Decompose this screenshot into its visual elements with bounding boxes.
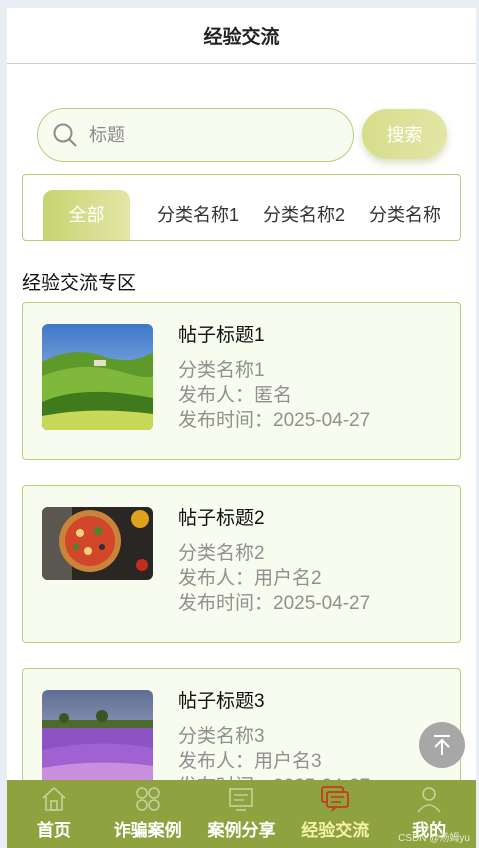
tabbar-label: 首页 [36,821,71,840]
user-icon [417,787,441,813]
chat-icon [321,786,350,812]
post-author: 发布人：匿名 [178,385,293,406]
tabbar-label: 案例分享 [207,821,276,840]
post-list: 帖子标题1 分类名称1 发布人：匿名 发布时间：2025-04-27 帖子标题2… [22,302,461,848]
bottom-tab-bar: 首页 诈骗案例 案例分享 经验交流 我的 CSDN @汤姆yu [7,780,476,848]
tabbar-item-home[interactable]: 首页 [7,780,101,848]
post-title: 帖子标题3 [178,691,265,712]
page-title: 经验交流 [203,27,280,48]
post-time: 发布时间：2025-04-27 [178,593,371,614]
green-hills-photo [42,324,153,430]
app-page: 经验交流 搜索 全部分类名称1分类名称2分类名称 经验交流专区 [7,8,476,848]
post-category: 分类名称1 [178,360,265,381]
pizza-photo [42,507,153,580]
tab-category-2[interactable]: 分类名称2 [263,190,345,240]
search-bar: 搜索 [37,108,447,162]
post-category: 分类名称3 [178,726,265,747]
post-title: 帖子标题1 [178,325,265,346]
tabbar-item-case-sharing[interactable]: 案例分享 [195,780,289,848]
tab-category-3[interactable]: 分类名称 [369,190,441,240]
search-button[interactable]: 搜索 [362,109,447,159]
post-title: 帖子标题2 [178,508,265,529]
search-input[interactable] [89,124,309,146]
post-card[interactable]: 帖子标题1 分类名称1 发布人：匿名 发布时间：2025-04-27 [22,302,461,460]
back-to-top-button[interactable] [419,722,465,768]
tabbar-item-fraud-cases[interactable]: 诈骗案例 [101,780,195,848]
watermark: CSDN @汤姆yu [398,833,470,844]
search-box[interactable] [37,108,354,162]
post-time: 发布时间：2025-04-27 [178,410,371,431]
home-icon [42,786,66,811]
grid-icon [135,787,160,811]
page-header: 经验交流 [7,8,476,64]
category-tab-list: 全部 分类名称1 分类名称2 分类名称 [43,190,447,240]
post-author: 发布人：用户名2 [178,568,322,589]
tabbar-label: 经验交流 [301,821,370,840]
tab-category-1[interactable]: 分类名称1 [157,190,239,240]
section-title: 经验交流专区 [22,273,137,294]
post-author: 发布人：用户名3 [178,751,322,772]
tab-all[interactable]: 全部 [43,190,130,240]
post-card[interactable]: 帖子标题2 分类名称2 发布人：用户名2 发布时间：2025-04-27 [22,485,461,643]
search-icon [53,123,77,147]
lavender-field-photo [42,690,153,786]
share-icon [229,788,254,811]
tabbar-item-experience[interactable]: 经验交流 [288,780,382,848]
arrow-up-icon [434,735,450,755]
category-tabs: 全部 分类名称1 分类名称2 分类名称 [22,174,461,241]
tabbar-label: 诈骗案例 [113,821,182,840]
post-category: 分类名称2 [178,543,265,564]
